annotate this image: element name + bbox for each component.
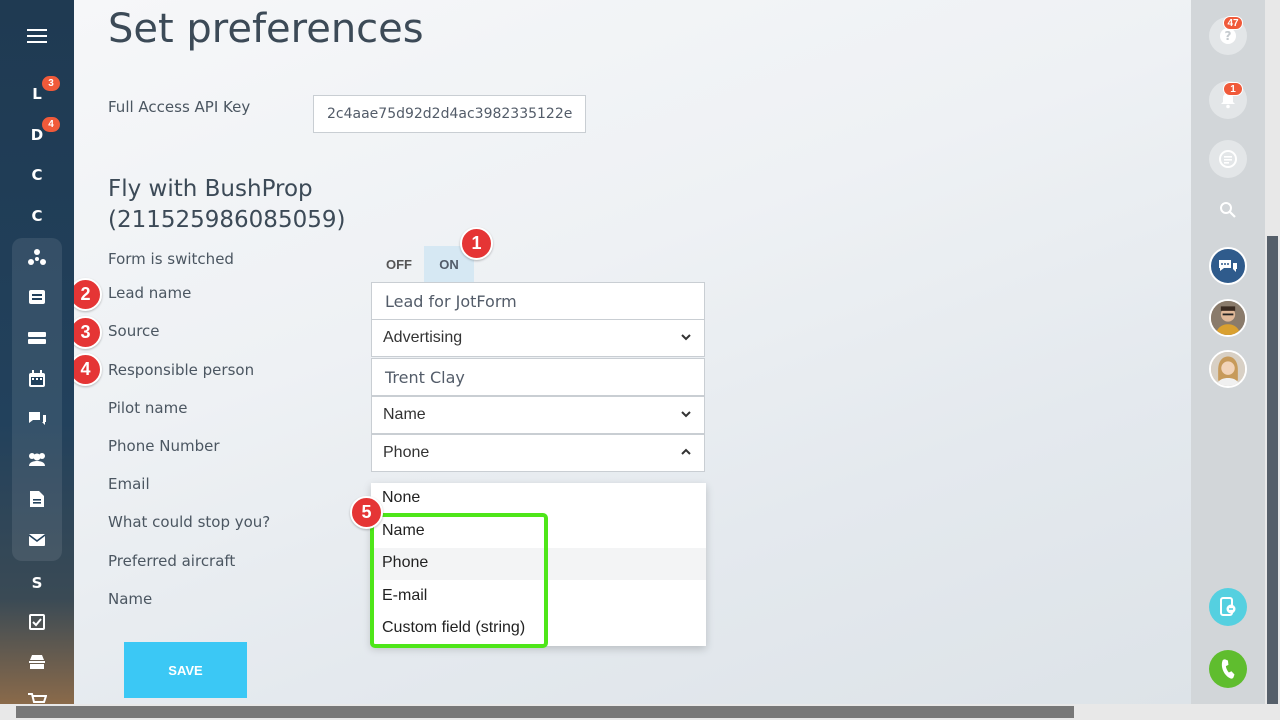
tasks-icon[interactable] [0, 602, 74, 642]
chat-icon[interactable] [0, 399, 74, 439]
sidebar-letter: C [31, 166, 43, 184]
left-sidebar: L 3 D 4 C C S [0, 0, 74, 704]
toggle-off[interactable]: OFF [374, 246, 424, 282]
step-marker-3: 3 [74, 316, 102, 349]
sidebar-letter: L [32, 85, 42, 103]
calendar-icon[interactable] [0, 359, 74, 399]
sidebar-item-c2[interactable]: C [0, 196, 74, 236]
step-marker-4: 4 [74, 353, 102, 386]
form-switched-label: Form is switched [108, 250, 234, 268]
lead-name-label: Lead name [108, 284, 192, 302]
source-label: Source [108, 322, 160, 340]
chevron-up-icon [681, 448, 691, 455]
form-title: Fly with BushProp (211525986085059) [108, 174, 345, 236]
api-key-label: Full Access API Key [108, 98, 251, 116]
horizontal-scrollbar-thumb[interactable] [16, 706, 1074, 718]
sidebar-item-s[interactable]: S [0, 563, 74, 603]
sidebar-badge: 3 [42, 76, 60, 91]
main-content: Set preferences Full Access API Key 2c4a… [74, 0, 1191, 704]
mail-icon[interactable] [0, 520, 74, 560]
user-avatar-icon [1211, 352, 1245, 386]
menu-icon[interactable] [0, 16, 74, 56]
email-label: Email [108, 475, 150, 493]
source-value: Advertising [383, 329, 463, 346]
pilot-name-value: Name [383, 406, 426, 423]
call-button[interactable] [1209, 650, 1247, 688]
dropdown-option-none[interactable]: None [371, 483, 706, 515]
sidebar-letter: C [31, 207, 43, 225]
user-avatar-icon [1211, 301, 1245, 335]
activity-button[interactable] [1209, 140, 1247, 178]
sites-icon[interactable] [0, 277, 74, 317]
sidebar-badge: 4 [42, 117, 60, 132]
page-title: Set preferences [108, 6, 424, 52]
notifications-badge: 1 [1223, 82, 1243, 96]
phone-number-value: Phone [383, 444, 430, 461]
stand-icon[interactable] [0, 642, 74, 682]
search-icon [1220, 202, 1236, 218]
step-marker-1: 1 [460, 227, 493, 260]
save-button[interactable]: SAVE [124, 642, 247, 698]
mobile-app-icon [1220, 597, 1236, 616]
vertical-scrollbar-thumb[interactable] [1267, 236, 1278, 704]
sidebar-letter: D [30, 126, 44, 144]
groups-icon[interactable] [0, 439, 74, 479]
pilot-name-select[interactable]: Name [371, 396, 705, 434]
phone-number-label: Phone Number [108, 437, 220, 455]
step-marker-2: 2 [74, 278, 102, 311]
chevron-down-icon [681, 334, 691, 341]
help-badge: 47 [1223, 16, 1243, 30]
form-title-id: (211525986085059) [108, 207, 346, 233]
sidebar-item-c1[interactable]: C [0, 155, 74, 195]
svg-text:?: ? [1225, 29, 1232, 43]
avatar[interactable] [1209, 299, 1247, 337]
lead-name-input[interactable]: Lead for JotForm [371, 282, 705, 320]
sidebar-item-d[interactable]: D 4 [0, 115, 74, 155]
form-switch-toggle: OFF ON [374, 246, 474, 282]
responsible-label: Responsible person [108, 361, 255, 379]
sidebar-item-l[interactable]: L 3 [0, 74, 74, 114]
activity-stream-icon [1219, 150, 1237, 168]
search-button[interactable] [1209, 191, 1247, 229]
step-marker-5: 5 [350, 496, 383, 529]
pilot-name-label: Pilot name [108, 399, 188, 417]
right-sidebar: ? 47 1 [1191, 0, 1265, 704]
crm-icon[interactable] [0, 238, 74, 278]
form-title-name: Fly with BushProp [108, 176, 313, 202]
drive-icon[interactable] [0, 318, 74, 358]
responsible-input[interactable]: Trent Clay [371, 358, 705, 396]
phone-number-select[interactable]: Phone [371, 434, 705, 472]
document-icon[interactable] [0, 479, 74, 519]
mobile-app-button[interactable] [1209, 588, 1247, 626]
open-channels-button[interactable] [1209, 247, 1247, 285]
open-channels-icon [1219, 260, 1237, 272]
sidebar-letter: S [31, 574, 43, 592]
phone-icon [1221, 659, 1235, 679]
api-key-field[interactable]: 2c4aae75d92d2d4ac3982335122e [313, 95, 586, 133]
name-label: Name [108, 590, 153, 608]
source-select[interactable]: Advertising [371, 319, 705, 357]
highlight-box [370, 513, 548, 648]
preferred-aircraft-label: Preferred aircraft [108, 552, 236, 570]
avatar[interactable] [1209, 350, 1247, 388]
what-could-stop-label: What could stop you? [108, 513, 271, 531]
chevron-down-icon [681, 411, 691, 418]
